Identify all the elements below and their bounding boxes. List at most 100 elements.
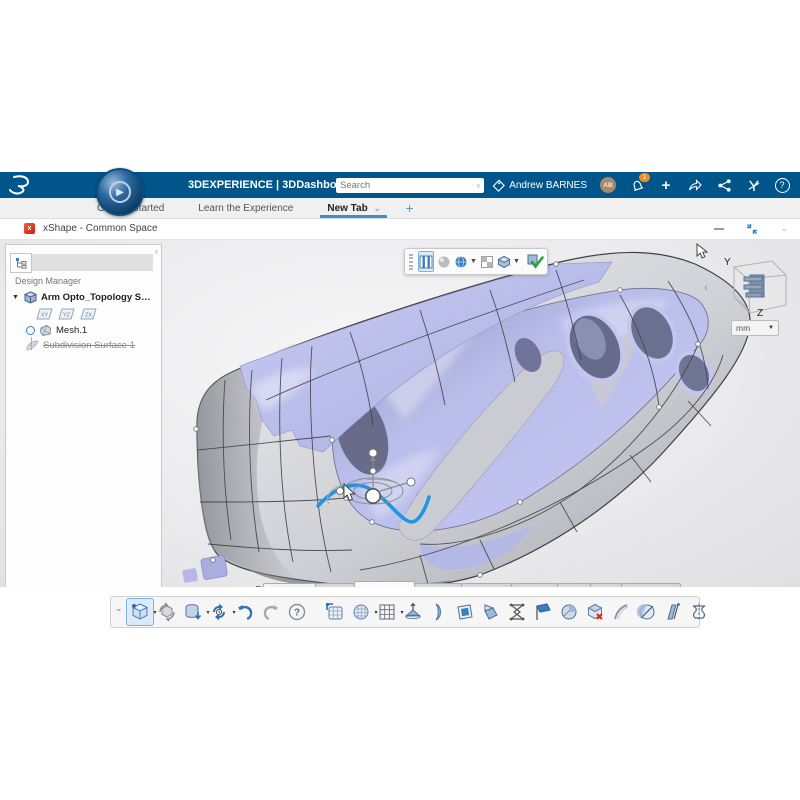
avatar[interactable]: AB bbox=[600, 177, 616, 193]
view-mode-button[interactable] bbox=[497, 252, 511, 271]
insert-face-icon bbox=[533, 602, 553, 622]
symmetry-button[interactable] bbox=[686, 599, 712, 625]
bend-surface-button[interactable] bbox=[426, 599, 452, 625]
user-name[interactable]: Andrew BARNES bbox=[509, 180, 587, 191]
section-marketplace[interactable]: Marketplace bbox=[621, 583, 681, 587]
fold-surface-icon bbox=[481, 602, 501, 622]
section-view[interactable]: View bbox=[590, 583, 622, 587]
offset-face-icon bbox=[663, 602, 683, 622]
tag-icon[interactable] bbox=[490, 177, 506, 193]
units-select[interactable]: mm ▼ bbox=[731, 320, 779, 336]
save-manage-button[interactable]: ▾ bbox=[180, 599, 206, 625]
view-mode-icon bbox=[497, 255, 511, 269]
fold-surface-button[interactable] bbox=[478, 599, 504, 625]
update-button[interactable]: ▾ bbox=[206, 599, 232, 625]
box-primitive-button[interactable] bbox=[322, 599, 348, 625]
render-style-button[interactable] bbox=[454, 252, 468, 271]
search-input[interactable] bbox=[336, 180, 476, 191]
add-tab-icon[interactable]: + bbox=[405, 200, 413, 216]
zebra-analysis-button[interactable] bbox=[418, 251, 434, 272]
tab-learn-the-experience[interactable]: Learn the Experience bbox=[181, 198, 310, 218]
insert-face-button[interactable] bbox=[530, 599, 556, 625]
collapse-icon[interactable]: ⌄ bbox=[780, 223, 788, 234]
chevron-down-icon[interactable]: ▼ bbox=[470, 258, 477, 265]
chevron-down-icon[interactable]: ▼ bbox=[513, 258, 520, 265]
split-body-button[interactable] bbox=[634, 599, 660, 625]
section-tools[interactable]: Tools bbox=[557, 583, 591, 587]
help-button[interactable]: ? bbox=[284, 599, 310, 625]
material-sphere-button[interactable] bbox=[437, 252, 451, 271]
plane-xy[interactable]: XY bbox=[36, 308, 53, 320]
tree-view-button[interactable] bbox=[10, 253, 32, 273]
axis-y-label: Y bbox=[724, 257, 731, 268]
share-forward-icon[interactable] bbox=[687, 177, 703, 193]
action-bar-sections: Essentials Sketch Subdivision Features A… bbox=[256, 581, 680, 587]
panel-title: Design Manager bbox=[15, 276, 81, 286]
section-sketch[interactable]: Sketch bbox=[315, 583, 355, 587]
extrude-face-button[interactable] bbox=[400, 599, 426, 625]
design-manager-panel: ‹ Design Manager ▼ Arm Opto_Topology Stu… bbox=[5, 244, 162, 587]
frame-face-button[interactable] bbox=[452, 599, 478, 625]
plane-yz[interactable]: YZ bbox=[58, 308, 75, 320]
bell-icon[interactable]: 1 bbox=[629, 177, 645, 193]
transparency-button[interactable] bbox=[480, 252, 494, 271]
tree-subdivision-item[interactable]: Subdivision Surface 1 bbox=[26, 338, 157, 353]
section-features[interactable]: Features bbox=[414, 583, 462, 587]
top-bar-right: Andrew BARNES AB 1 + ? bbox=[509, 172, 790, 198]
section-essentials[interactable]: Essentials bbox=[263, 583, 316, 587]
manipulate-button[interactable] bbox=[154, 599, 180, 625]
section-subdivision[interactable]: Subdivision bbox=[354, 581, 415, 587]
chevron-down-icon[interactable]: ⌄ bbox=[374, 204, 381, 213]
ok-check-icon bbox=[527, 254, 544, 270]
undo-button[interactable] bbox=[232, 599, 258, 625]
edit-curve-button[interactable] bbox=[608, 599, 634, 625]
panel-collapse-left-icon[interactable]: ‹ bbox=[704, 282, 708, 294]
tree-mesh-item[interactable]: Mesh.1 bbox=[12, 323, 157, 338]
panel-collapse-icon[interactable]: ‹ bbox=[155, 246, 158, 256]
section-marker bbox=[256, 586, 262, 587]
share-nodes-icon[interactable] bbox=[716, 177, 732, 193]
add-icon[interactable]: + bbox=[658, 177, 674, 193]
minimize-icon[interactable] bbox=[714, 228, 724, 230]
mesh-item-label: Mesh.1 bbox=[56, 325, 87, 336]
viewport-3d[interactable]: ▼ ▼ Y Z ‹ bbox=[0, 239, 800, 587]
cut-sphere-button[interactable] bbox=[556, 599, 582, 625]
drag-handle[interactable] bbox=[409, 254, 413, 270]
svg-text:YZ: YZ bbox=[63, 313, 71, 319]
bend-surface-icon bbox=[429, 602, 449, 622]
subdivision-design-button[interactable]: ▾ bbox=[126, 598, 154, 626]
offset-face-button[interactable] bbox=[660, 599, 686, 625]
lattice-icon bbox=[507, 602, 527, 622]
mesh-icon bbox=[39, 324, 52, 337]
delete-face-button[interactable] bbox=[582, 599, 608, 625]
dock-collapse-icon[interactable]: ⌄ bbox=[115, 603, 123, 614]
svg-text:XY: XY bbox=[41, 313, 49, 319]
restore-icon[interactable] bbox=[746, 223, 758, 235]
3ds-logo bbox=[8, 174, 38, 196]
swym-icon[interactable] bbox=[745, 177, 761, 193]
lattice-button[interactable] bbox=[504, 599, 530, 625]
plane-badges: XY YZ ZX bbox=[36, 308, 157, 320]
section-lifecycle[interactable]: Lifecycle bbox=[511, 583, 558, 587]
redo-button[interactable] bbox=[258, 599, 284, 625]
section-assembly[interactable]: Assembly bbox=[461, 583, 512, 587]
display-toolbar: ▼ ▼ bbox=[404, 248, 548, 275]
grid-modify-button[interactable]: ▾ bbox=[374, 599, 400, 625]
sphere-primitive-icon bbox=[351, 602, 371, 622]
app-window: ▶ 3DEXPERIENCE | 3DDashboard My First Da… bbox=[0, 172, 800, 628]
tab-new-tab[interactable]: New Tab⌄ bbox=[310, 198, 397, 218]
screen: ▶ 3DEXPERIENCE | 3DDashboard My First Da… bbox=[0, 0, 800, 800]
svg-text:?: ? bbox=[293, 608, 299, 619]
app-title: xShape - Common Space bbox=[43, 223, 158, 234]
xshape-app-icon: x bbox=[24, 223, 35, 234]
bottom-dock-area: ⌄ ▾ ▾ ▾ ? bbox=[0, 587, 800, 628]
ok-validate-button[interactable] bbox=[527, 252, 544, 271]
frame-face-icon bbox=[455, 602, 475, 622]
help-icon[interactable]: ? bbox=[774, 177, 790, 193]
expand-arrow-icon[interactable]: ▼ bbox=[12, 294, 20, 301]
compass-logo[interactable]: ▶ bbox=[96, 168, 144, 216]
plane-zx[interactable]: ZX bbox=[80, 308, 97, 320]
sphere-primitive-button[interactable]: ▾ bbox=[348, 599, 374, 625]
tree-root-item[interactable]: ▼ Arm Opto_Topology Study 1_deform... bbox=[12, 290, 157, 305]
cut-sphere-icon bbox=[559, 602, 579, 622]
